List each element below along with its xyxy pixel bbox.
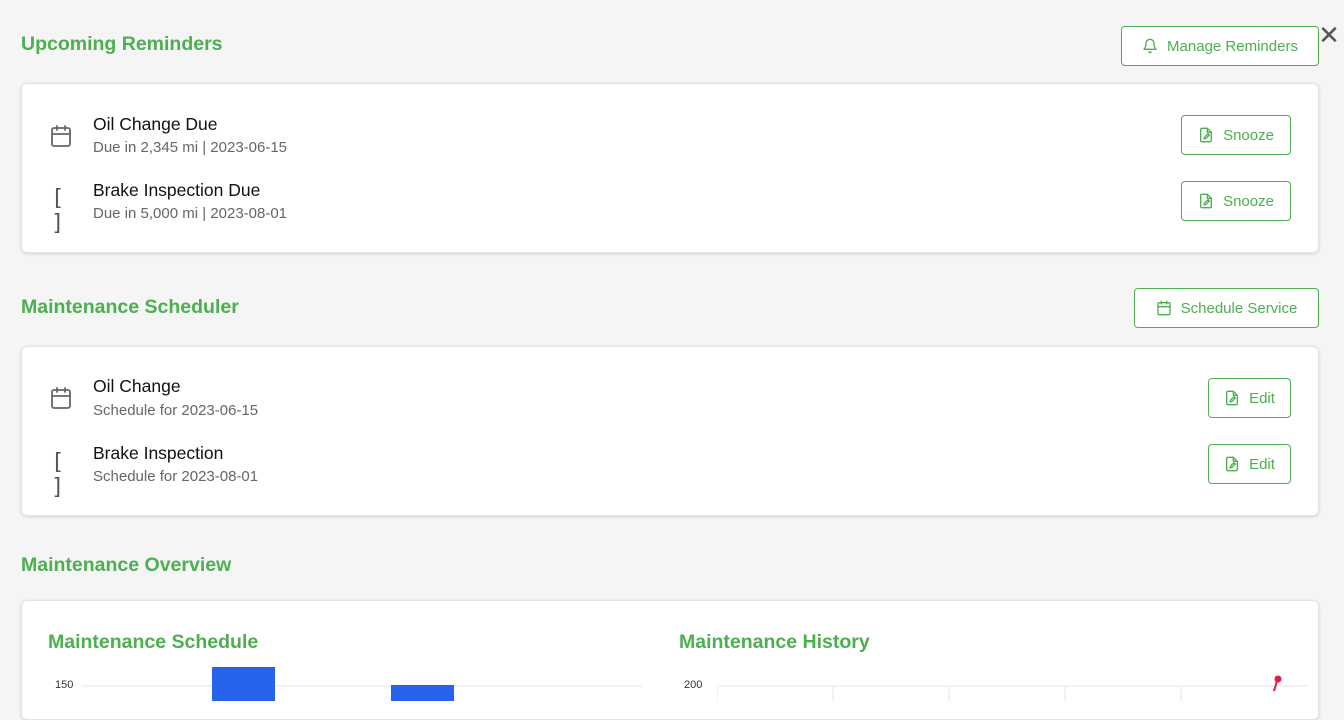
scheduled-service-subtitle: Schedule for 2023-06-15	[93, 402, 259, 419]
edit-button[interactable]: Edit	[1208, 444, 1291, 484]
history-chart-title: Maintenance History	[679, 631, 870, 653]
manage-reminders-label: Manage Reminders	[1167, 37, 1298, 55]
overview-card: Maintenance Schedule Maintenance History…	[21, 600, 1319, 720]
reminders-title: Upcoming Reminders	[21, 33, 223, 55]
edit-button[interactable]: Edit	[1208, 378, 1291, 418]
scheduled-service-title: Oil Change	[93, 376, 181, 396]
history-y-tick: 200	[684, 679, 703, 691]
overview-title: Maintenance Overview	[21, 554, 232, 576]
bell-icon	[1143, 38, 1157, 54]
snooze-label: Snooze	[1223, 126, 1274, 144]
scheduled-service-title: Brake Inspection	[93, 443, 224, 463]
calendar-icon	[49, 124, 73, 148]
schedule-bar	[212, 667, 275, 701]
schedule-service-label: Schedule Service	[1180, 299, 1298, 317]
close-icon[interactable]: ✕	[1318, 22, 1340, 48]
schedule-bar	[391, 685, 454, 701]
calendar-icon	[49, 386, 73, 410]
snooze-label: Snooze	[1223, 192, 1274, 210]
reminder-title: Oil Change Due	[93, 114, 218, 134]
scheduler-card: Oil Change Schedule for 2023-06-15 Edit …	[21, 346, 1319, 516]
file-edit-icon	[1226, 390, 1239, 406]
schedule-service-button[interactable]: Schedule Service	[1134, 288, 1319, 328]
schedule-y-tick: 150	[55, 679, 74, 691]
history-chart	[717, 675, 1307, 701]
reminder-subtitle: Due in 2,345 mi | 2023-06-15	[93, 139, 288, 156]
scheduler-title: Maintenance Scheduler	[21, 296, 239, 318]
bracket-icon: [ ]	[51, 186, 66, 236]
file-edit-icon	[1200, 127, 1213, 143]
scheduled-service-subtitle: Schedule for 2023-08-01	[93, 468, 259, 485]
bracket-icon: [ ]	[51, 450, 66, 500]
schedule-chart-title: Maintenance Schedule	[48, 631, 259, 653]
manage-reminders-button[interactable]: Manage Reminders	[1121, 26, 1319, 66]
reminder-title: Brake Inspection Due	[93, 180, 261, 200]
snooze-button[interactable]: Snooze	[1181, 181, 1291, 221]
edit-label: Edit	[1249, 389, 1275, 407]
edit-label: Edit	[1249, 455, 1275, 473]
calendar-icon	[1156, 300, 1171, 316]
file-edit-icon	[1226, 456, 1239, 472]
history-point	[1274, 675, 1282, 683]
reminder-subtitle: Due in 5,000 mi | 2023-08-01	[93, 205, 288, 222]
file-edit-icon	[1200, 193, 1213, 209]
reminders-card: Oil Change Due Due in 2,345 mi | 2023-06…	[21, 83, 1319, 253]
schedule-chart	[82, 667, 642, 701]
snooze-button[interactable]: Snooze	[1181, 115, 1291, 155]
